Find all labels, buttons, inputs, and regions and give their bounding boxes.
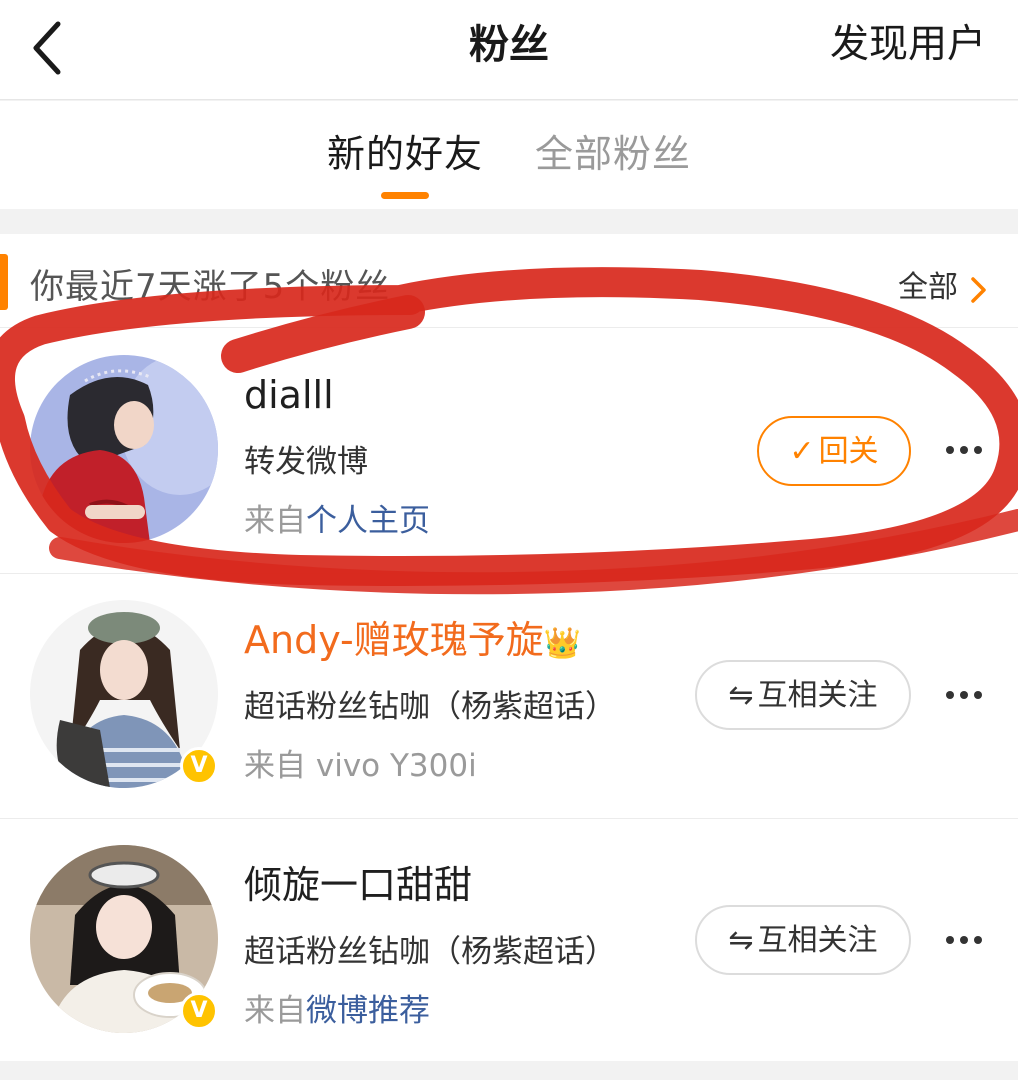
discover-users-button[interactable]: 发现用户	[830, 20, 986, 70]
divider	[0, 573, 1018, 574]
follow-back-button[interactable]: ✓ 回关	[757, 416, 911, 486]
source-link[interactable]: 微博推荐	[306, 993, 430, 1029]
more-icon[interactable]	[944, 934, 984, 946]
source-prefix: 来自	[244, 503, 306, 539]
tab-all-fans[interactable]: 全部粉丝	[535, 129, 691, 179]
verified-badge: V	[180, 992, 218, 1030]
crown-icon: 👑	[543, 626, 582, 661]
section-title: 你最近7天涨了5个粉丝	[30, 267, 391, 307]
fan-desc: 转发微博	[244, 444, 368, 480]
section-accent-bar	[0, 254, 8, 310]
check-icon: ✓	[789, 434, 815, 469]
more-icon[interactable]	[944, 689, 984, 701]
nav-bar: 粉丝 发现用户	[0, 0, 1018, 100]
bottom-strip	[0, 1061, 1018, 1080]
fan-name[interactable]: Andy-赠玫瑰予旋👑	[244, 615, 581, 669]
active-tab-indicator	[381, 192, 429, 199]
mutual-follow-label: 互相关注	[757, 678, 878, 713]
see-all-link[interactable]: 全部	[898, 266, 958, 310]
swap-icon: ⇋	[728, 678, 754, 713]
divider	[0, 327, 1018, 328]
tab-new-friends[interactable]: 新的好友	[327, 129, 483, 179]
mutual-follow-button[interactable]: ⇋ 互相关注	[695, 660, 911, 730]
fan-source: 来自 vivo Y300i	[244, 744, 477, 788]
source-prefix: 来自	[244, 993, 306, 1029]
fan-name-text: Andy-赠玫瑰予旋	[244, 618, 544, 662]
avatar[interactable]	[30, 355, 218, 543]
mutual-follow-label: 互相关注	[757, 923, 878, 958]
fan-name[interactable]: 倾旋一口甜甜	[244, 860, 472, 910]
mutual-follow-button[interactable]: ⇋ 互相关注	[695, 905, 911, 975]
fan-name[interactable]: dialll	[244, 370, 334, 420]
tab-bar: 新的好友 全部粉丝	[0, 101, 1018, 209]
verified-badge: V	[180, 747, 218, 785]
chevron-right-icon[interactable]	[968, 276, 988, 304]
follow-back-label: 回关	[818, 434, 879, 469]
source-device: vivo Y300i	[315, 748, 477, 784]
fan-desc: 超话粉丝钻咖（杨紫超话）	[244, 934, 616, 970]
source-prefix: 来自	[244, 748, 316, 784]
fan-source: 来自微博推荐	[244, 989, 430, 1033]
source-link[interactable]: 个人主页	[306, 503, 430, 539]
fan-desc: 超话粉丝钻咖（杨紫超话）	[244, 689, 616, 725]
fan-source: 来自个人主页	[244, 499, 430, 543]
divider	[0, 818, 1018, 819]
fans-page: 粉丝 发现用户 新的好友 全部粉丝 你最近7天涨了5个粉丝 全部 dialll …	[0, 0, 1018, 1080]
more-icon[interactable]	[944, 444, 984, 456]
swap-icon: ⇋	[728, 923, 754, 958]
